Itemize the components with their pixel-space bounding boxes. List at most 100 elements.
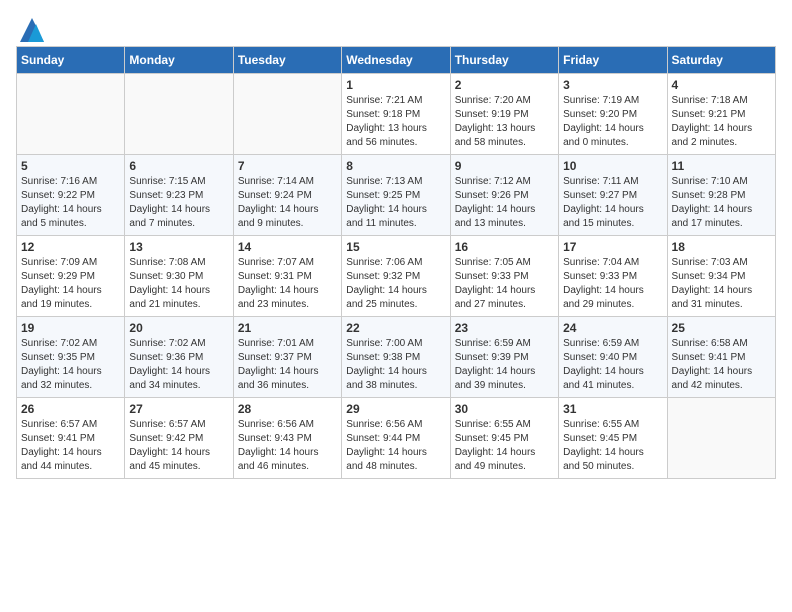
calendar-cell: 6 Sunrise: 7:15 AMSunset: 9:23 PMDaylight… xyxy=(125,155,233,236)
day-number: 12 xyxy=(21,240,120,254)
calendar-cell: 19 Sunrise: 7:02 AMSunset: 9:35 PMDayligh… xyxy=(17,317,125,398)
day-info: Sunrise: 6:55 AMSunset: 9:45 PMDaylight:… xyxy=(563,418,662,474)
calendar-cell: 20 Sunrise: 7:02 AMSunset: 9:36 PMDayligh… xyxy=(125,317,233,398)
calendar-cell: 18 Sunrise: 7:03 AMSunset: 9:34 PMDayligh… xyxy=(667,236,775,317)
day-info: Sunrise: 7:16 AMSunset: 9:22 PMDaylight:… xyxy=(21,175,120,231)
day-info: Sunrise: 6:59 AMSunset: 9:39 PMDaylight:… xyxy=(455,337,554,393)
day-info: Sunrise: 6:56 AMSunset: 9:44 PMDaylight:… xyxy=(346,418,445,474)
day-number: 14 xyxy=(238,240,337,254)
calendar-cell: 27Sunrise: 6:57 AMSunset: 9:42 PMDayligh… xyxy=(125,398,233,479)
day-info: Sunrise: 7:03 AMSunset: 9:34 PMDaylight:… xyxy=(672,256,771,312)
calendar-week-row: 5 Sunrise: 7:16 AMSunset: 9:22 PMDaylight… xyxy=(17,155,776,236)
day-number: 28 xyxy=(238,402,337,416)
day-info: Sunrise: 7:14 AMSunset: 9:24 PMDaylight:… xyxy=(238,175,337,231)
calendar-cell: 11 Sunrise: 7:10 AMSunset: 9:28 PMDayligh… xyxy=(667,155,775,236)
day-number: 22 xyxy=(346,321,445,335)
day-number: 30 xyxy=(455,402,554,416)
day-info: Sunrise: 7:04 AMSunset: 9:33 PMDaylight:… xyxy=(563,256,662,312)
day-info: Sunrise: 6:55 AMSunset: 9:45 PMDaylight:… xyxy=(455,418,554,474)
calendar-week-row: 1 Sunrise: 7:21 AMSunset: 9:18 PMDaylight… xyxy=(17,74,776,155)
day-number: 19 xyxy=(21,321,120,335)
day-number: 9 xyxy=(455,159,554,173)
calendar-cell: 9 Sunrise: 7:12 AMSunset: 9:26 PMDaylight… xyxy=(450,155,558,236)
calendar-day-header: Sunday xyxy=(17,47,125,74)
day-info: Sunrise: 7:06 AMSunset: 9:32 PMDaylight:… xyxy=(346,256,445,312)
calendar-day-header: Tuesday xyxy=(233,47,341,74)
day-number: 31 xyxy=(563,402,662,416)
calendar-cell: 4Sunrise: 7:18 AMSunset: 9:21 PMDaylight… xyxy=(667,74,775,155)
calendar-cell: 12 Sunrise: 7:09 AMSunset: 9:29 PMDayligh… xyxy=(17,236,125,317)
day-number: 5 xyxy=(21,159,120,173)
day-info: Sunrise: 7:08 AMSunset: 9:30 PMDaylight:… xyxy=(129,256,228,312)
day-number: 7 xyxy=(238,159,337,173)
day-number: 11 xyxy=(672,159,771,173)
day-info: Sunrise: 7:01 AMSunset: 9:37 PMDaylight:… xyxy=(238,337,337,393)
day-info: Sunrise: 7:13 AMSunset: 9:25 PMDaylight:… xyxy=(346,175,445,231)
day-number: 24 xyxy=(563,321,662,335)
day-number: 3 xyxy=(563,78,662,92)
day-info: Sunrise: 7:15 AMSunset: 9:23 PMDaylight:… xyxy=(129,175,228,231)
day-info: Sunrise: 7:05 AMSunset: 9:33 PMDaylight:… xyxy=(455,256,554,312)
day-info: Sunrise: 7:20 AMSunset: 9:19 PMDaylight:… xyxy=(455,94,554,150)
calendar-cell: 7 Sunrise: 7:14 AMSunset: 9:24 PMDaylight… xyxy=(233,155,341,236)
day-number: 16 xyxy=(455,240,554,254)
calendar-cell: 10 Sunrise: 7:11 AMSunset: 9:27 PMDayligh… xyxy=(559,155,667,236)
calendar-cell: 2 Sunrise: 7:20 AMSunset: 9:19 PMDaylight… xyxy=(450,74,558,155)
day-number: 29 xyxy=(346,402,445,416)
calendar-day-header: Friday xyxy=(559,47,667,74)
day-info: Sunrise: 7:09 AMSunset: 9:29 PMDaylight:… xyxy=(21,256,120,312)
calendar-header-row: SundayMondayTuesdayWednesdayThursdayFrid… xyxy=(17,47,776,74)
calendar-cell: 13Sunrise: 7:08 AMSunset: 9:30 PMDayligh… xyxy=(125,236,233,317)
day-info: Sunrise: 7:00 AMSunset: 9:38 PMDaylight:… xyxy=(346,337,445,393)
calendar-cell: 31 Sunrise: 6:55 AMSunset: 9:45 PMDayligh… xyxy=(559,398,667,479)
day-number: 1 xyxy=(346,78,445,92)
day-info: Sunrise: 7:07 AMSunset: 9:31 PMDaylight:… xyxy=(238,256,337,312)
day-number: 25 xyxy=(672,321,771,335)
day-number: 20 xyxy=(129,321,228,335)
calendar-cell: 8 Sunrise: 7:13 AMSunset: 9:25 PMDaylight… xyxy=(342,155,450,236)
calendar-week-row: 19 Sunrise: 7:02 AMSunset: 9:35 PMDayligh… xyxy=(17,317,776,398)
day-number: 27 xyxy=(129,402,228,416)
day-info: Sunrise: 6:58 AMSunset: 9:41 PMDaylight:… xyxy=(672,337,771,393)
day-info: Sunrise: 6:57 AMSunset: 9:41 PMDaylight:… xyxy=(21,418,120,474)
day-info: Sunrise: 7:21 AMSunset: 9:18 PMDaylight:… xyxy=(346,94,445,150)
day-info: Sunrise: 7:10 AMSunset: 9:28 PMDaylight:… xyxy=(672,175,771,231)
calendar-cell: 16 Sunrise: 7:05 AMSunset: 9:33 PMDayligh… xyxy=(450,236,558,317)
calendar-cell: 25 Sunrise: 6:58 AMSunset: 9:41 PMDayligh… xyxy=(667,317,775,398)
calendar-cell: 1 Sunrise: 7:21 AMSunset: 9:18 PMDaylight… xyxy=(342,74,450,155)
day-number: 4 xyxy=(672,78,771,92)
header xyxy=(16,16,776,38)
day-info: Sunrise: 7:11 AMSunset: 9:27 PMDaylight:… xyxy=(563,175,662,231)
calendar-cell: 15 Sunrise: 7:06 AMSunset: 9:32 PMDayligh… xyxy=(342,236,450,317)
calendar-cell: 17 Sunrise: 7:04 AMSunset: 9:33 PMDayligh… xyxy=(559,236,667,317)
calendar-cell: 22 Sunrise: 7:00 AMSunset: 9:38 PMDayligh… xyxy=(342,317,450,398)
calendar-cell: 24Sunrise: 6:59 AMSunset: 9:40 PMDayligh… xyxy=(559,317,667,398)
calendar-cell: 26 Sunrise: 6:57 AMSunset: 9:41 PMDayligh… xyxy=(17,398,125,479)
calendar: SundayMondayTuesdayWednesdayThursdayFrid… xyxy=(16,46,776,479)
day-info: Sunrise: 7:12 AMSunset: 9:26 PMDaylight:… xyxy=(455,175,554,231)
calendar-day-header: Wednesday xyxy=(342,47,450,74)
day-number: 26 xyxy=(21,402,120,416)
calendar-body: 1 Sunrise: 7:21 AMSunset: 9:18 PMDaylight… xyxy=(17,74,776,479)
calendar-day-header: Saturday xyxy=(667,47,775,74)
day-info: Sunrise: 6:56 AMSunset: 9:43 PMDaylight:… xyxy=(238,418,337,474)
calendar-day-header: Thursday xyxy=(450,47,558,74)
calendar-cell: 21 Sunrise: 7:01 AMSunset: 9:37 PMDayligh… xyxy=(233,317,341,398)
day-info: Sunrise: 7:19 AMSunset: 9:20 PMDaylight:… xyxy=(563,94,662,150)
day-number: 8 xyxy=(346,159,445,173)
day-number: 2 xyxy=(455,78,554,92)
logo xyxy=(16,16,46,38)
day-number: 15 xyxy=(346,240,445,254)
day-number: 17 xyxy=(563,240,662,254)
calendar-cell: 30 Sunrise: 6:55 AMSunset: 9:45 PMDayligh… xyxy=(450,398,558,479)
day-number: 18 xyxy=(672,240,771,254)
day-number: 6 xyxy=(129,159,228,173)
calendar-cell: 3 Sunrise: 7:19 AMSunset: 9:20 PMDaylight… xyxy=(559,74,667,155)
day-number: 10 xyxy=(563,159,662,173)
logo-icon xyxy=(18,16,46,44)
day-number: 21 xyxy=(238,321,337,335)
day-info: Sunrise: 7:02 AMSunset: 9:36 PMDaylight:… xyxy=(129,337,228,393)
day-info: Sunrise: 7:02 AMSunset: 9:35 PMDaylight:… xyxy=(21,337,120,393)
calendar-cell: 29 Sunrise: 6:56 AMSunset: 9:44 PMDayligh… xyxy=(342,398,450,479)
calendar-week-row: 12 Sunrise: 7:09 AMSunset: 9:29 PMDayligh… xyxy=(17,236,776,317)
